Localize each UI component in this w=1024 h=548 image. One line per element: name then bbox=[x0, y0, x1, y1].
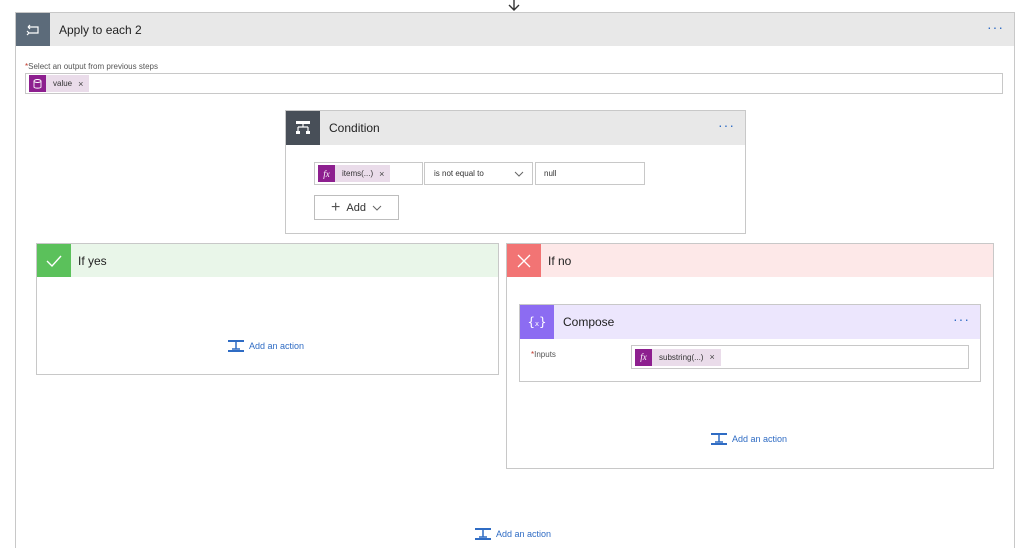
more-options-icon[interactable]: ··· bbox=[953, 312, 970, 326]
apply-to-each-card: Apply to each 2 ··· *Select an output fr… bbox=[15, 12, 1015, 548]
braces-icon: {x} bbox=[520, 305, 554, 339]
value-token-label: value bbox=[53, 79, 73, 88]
condition-value-input[interactable]: null bbox=[535, 162, 645, 185]
loop-icon bbox=[16, 13, 50, 46]
add-action-icon bbox=[711, 433, 727, 445]
operator-value: is not equal to bbox=[434, 169, 484, 178]
apply-to-each-header[interactable]: Apply to each 2 ··· bbox=[16, 13, 1014, 46]
condition-left-operand[interactable]: fx items(...) × bbox=[314, 162, 423, 185]
condition-card: Condition ··· fx items(...) × is not equ… bbox=[285, 110, 746, 234]
more-options-icon[interactable]: ··· bbox=[718, 118, 735, 132]
add-button[interactable]: + Add bbox=[314, 195, 399, 220]
more-options-icon[interactable]: ··· bbox=[987, 20, 1004, 34]
output-select-input[interactable]: value × bbox=[25, 73, 1003, 94]
add-action-link[interactable]: Add an action bbox=[475, 527, 551, 541]
items-token-label: items(...) bbox=[342, 169, 374, 178]
add-action-label: Add an action bbox=[496, 529, 552, 539]
add-button-label: Add bbox=[346, 201, 366, 214]
add-action-link[interactable]: Add an action bbox=[711, 432, 787, 446]
remove-token-icon[interactable]: × bbox=[78, 79, 83, 89]
close-x-icon bbox=[507, 244, 541, 277]
inputs-label: *Inputs bbox=[531, 350, 556, 359]
add-action-icon bbox=[475, 528, 491, 540]
compose-title: Compose bbox=[563, 315, 615, 329]
down-arrow-icon bbox=[508, 0, 520, 11]
compose-inputs-field[interactable]: fx substring(...) × bbox=[631, 345, 969, 369]
operator-select[interactable]: is not equal to bbox=[424, 162, 533, 185]
add-action-link[interactable]: Add an action bbox=[228, 339, 304, 353]
chevron-down-icon bbox=[372, 205, 382, 211]
condition-value: null bbox=[544, 169, 557, 178]
condition-icon bbox=[286, 111, 320, 145]
substring-token-label: substring(...) bbox=[659, 352, 704, 362]
remove-token-icon[interactable]: × bbox=[709, 352, 714, 362]
if-yes-card: If yes Add an action bbox=[36, 243, 499, 375]
plus-icon: + bbox=[331, 198, 341, 216]
add-action-label: Add an action bbox=[732, 434, 788, 444]
compose-card: {x} Compose ··· *Inputs fx substring(...… bbox=[519, 304, 981, 382]
if-yes-title: If yes bbox=[78, 253, 107, 268]
if-no-title: If no bbox=[548, 253, 572, 268]
condition-header[interactable]: Condition ··· bbox=[286, 111, 745, 145]
value-token[interactable]: value × bbox=[29, 75, 90, 92]
substring-token[interactable]: fx substring(...) × bbox=[635, 348, 721, 366]
fx-icon: fx bbox=[318, 165, 335, 182]
if-no-card: If no {x} Compose ··· *Inputs fx substri… bbox=[506, 243, 994, 469]
compose-header[interactable]: {x} Compose ··· bbox=[520, 305, 980, 339]
if-no-header[interactable]: If no bbox=[507, 244, 993, 277]
if-yes-header[interactable]: If yes bbox=[37, 244, 498, 277]
chevron-down-icon bbox=[514, 171, 524, 177]
output-field-label: *Select an output from previous steps bbox=[25, 62, 158, 71]
remove-token-icon[interactable]: × bbox=[379, 169, 384, 179]
checkmark-icon bbox=[37, 244, 71, 277]
fx-icon: fx bbox=[635, 348, 652, 366]
add-action-label: Add an action bbox=[249, 341, 305, 351]
condition-title: Condition bbox=[329, 121, 380, 135]
database-icon bbox=[29, 75, 46, 92]
apply-to-each-title: Apply to each 2 bbox=[59, 22, 142, 37]
items-token[interactable]: fx items(...) × bbox=[318, 165, 391, 182]
add-action-icon bbox=[228, 340, 244, 352]
